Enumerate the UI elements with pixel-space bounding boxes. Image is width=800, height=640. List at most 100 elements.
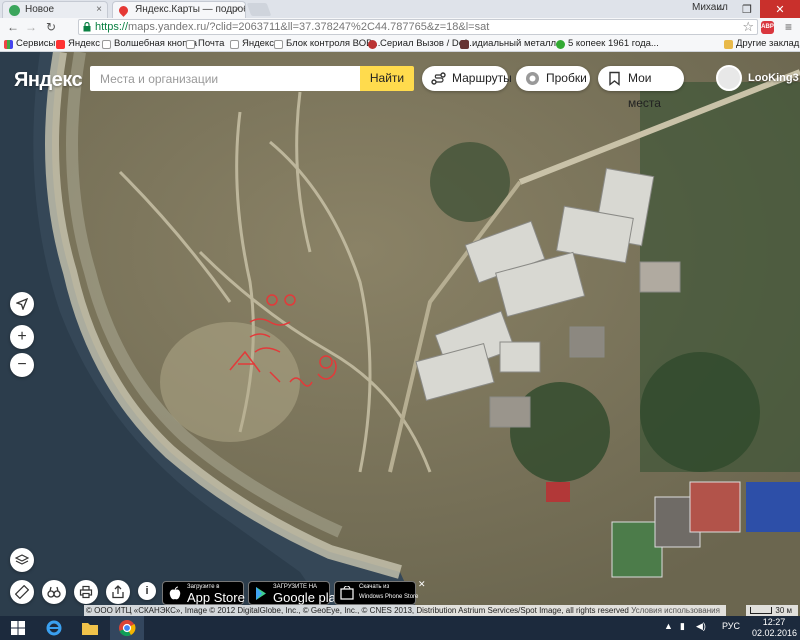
clock[interactable]: 12:27 02.02.2016 bbox=[752, 617, 798, 639]
windows-store-small-text: Скачать из bbox=[359, 584, 390, 590]
language-indicator[interactable]: РУС bbox=[722, 621, 740, 631]
bookmark-services[interactable]: Сервисы bbox=[4, 37, 55, 51]
username[interactable]: LooKing3 bbox=[748, 72, 799, 84]
page-icon bbox=[102, 40, 111, 49]
menu-icon[interactable]: ≡ bbox=[785, 20, 792, 34]
bookmark-block-control[interactable]: Блок контроля ВОВ... bbox=[274, 37, 380, 51]
routes-label: Маршруты bbox=[452, 71, 512, 85]
page-icon bbox=[186, 40, 195, 49]
my-places-label: Мои места bbox=[628, 71, 661, 110]
traffic-label: Пробки bbox=[546, 71, 587, 85]
bookmark-icon bbox=[609, 71, 620, 86]
tab-new[interactable]: Новое × bbox=[2, 1, 108, 18]
adblock-icon[interactable]: ABP bbox=[761, 21, 774, 34]
ruler-icon bbox=[15, 585, 29, 599]
internet-explorer-taskbar[interactable] bbox=[40, 616, 68, 640]
site-icon bbox=[556, 40, 565, 49]
lock-icon bbox=[83, 22, 91, 32]
bookmark-yandex-2[interactable]: Яндекс bbox=[230, 37, 274, 51]
layers-icon bbox=[15, 554, 29, 565]
my-places-button[interactable]: Мои места bbox=[598, 66, 684, 110]
windows-store-badge[interactable]: Скачать из Windows Phone Store bbox=[334, 581, 418, 605]
bookmark-star-icon[interactable]: ☆ bbox=[742, 19, 754, 35]
avatar[interactable] bbox=[716, 65, 742, 91]
forward-icon[interactable]: → bbox=[24, 20, 38, 34]
info-button[interactable]: i bbox=[138, 582, 156, 600]
clock-date: 02.02.2016 bbox=[752, 628, 798, 638]
zoom-in-button[interactable]: + bbox=[10, 325, 34, 349]
copyright-text: © ООО ИТЦ «СКАНЭКС», Image © 2012 Digita… bbox=[86, 606, 629, 615]
tray-arrow-icon[interactable]: ▲ bbox=[664, 621, 673, 631]
app-store-badge[interactable]: Загрузите в App Store bbox=[162, 581, 245, 605]
zoom-out-button[interactable]: − bbox=[10, 353, 34, 377]
window-controls: – ❐ ✕ bbox=[708, 0, 800, 18]
route-icon bbox=[431, 72, 446, 85]
chrome-icon bbox=[119, 620, 136, 637]
satellite-imagery[interactable] bbox=[0, 52, 800, 616]
ruler-button[interactable] bbox=[10, 580, 34, 604]
windows-store-icon bbox=[340, 585, 355, 601]
bookmark-serial[interactable]: Сериал Вызов / Def... bbox=[368, 37, 475, 51]
scale-bar: 30 м bbox=[746, 605, 798, 616]
chrome-taskbar[interactable] bbox=[110, 616, 144, 640]
bookmark-metal[interactable]: идиальный металл... bbox=[460, 37, 564, 51]
reload-icon[interactable]: ↻ bbox=[44, 20, 58, 34]
site-icon bbox=[460, 40, 469, 49]
site-icon bbox=[368, 40, 377, 49]
bookmark-other[interactable]: Другие закладки bbox=[724, 37, 800, 51]
google-play-icon bbox=[254, 586, 269, 601]
printer-icon bbox=[79, 585, 93, 599]
bookmark-yandex[interactable]: Яндекс bbox=[56, 37, 100, 51]
folder-icon bbox=[724, 40, 733, 49]
apps-grid-icon bbox=[4, 40, 13, 49]
layers-button[interactable] bbox=[10, 548, 34, 572]
new-tab-button[interactable] bbox=[246, 3, 272, 16]
print-button[interactable] bbox=[74, 580, 98, 604]
start-button[interactable] bbox=[4, 616, 32, 640]
browser-toolbar: ← → ↻ https://maps.yandex.ru/?clid=20637… bbox=[0, 18, 800, 36]
yandex-icon bbox=[56, 40, 65, 49]
close-tab-icon[interactable]: × bbox=[234, 4, 240, 15]
binoculars-icon bbox=[47, 586, 61, 598]
search-input[interactable]: Места и организации bbox=[90, 66, 360, 91]
back-icon[interactable]: ← bbox=[6, 20, 20, 34]
map-viewport[interactable]: Яндекс Места и организации Найти Маршрут… bbox=[0, 52, 800, 616]
volume-icon[interactable]: ◀) bbox=[696, 621, 706, 632]
bookmark-magic-button[interactable]: Волшебная кнопка bbox=[102, 37, 197, 51]
page-icon bbox=[230, 40, 239, 49]
geolocation-button[interactable] bbox=[10, 292, 34, 316]
share-icon bbox=[112, 585, 124, 599]
tab-title: Новое bbox=[25, 4, 55, 15]
routes-button[interactable]: Маршруты bbox=[422, 66, 512, 91]
url-scheme: https:// bbox=[95, 21, 129, 33]
yandex-logo[interactable]: Яндекс bbox=[14, 69, 83, 92]
app-store-big-text: App Store bbox=[187, 590, 245, 605]
bookmark-mail[interactable]: Почта bbox=[186, 37, 224, 51]
clock-time: 12:27 bbox=[762, 617, 786, 627]
new-tab-favicon-icon bbox=[9, 5, 20, 16]
terms-link[interactable]: Условия использования bbox=[631, 606, 720, 615]
file-explorer-taskbar[interactable] bbox=[76, 616, 104, 640]
windows-logo-icon bbox=[11, 621, 25, 635]
copyright-bar: © ООО ИТЦ «СКАНЭКС», Image © 2012 Digita… bbox=[84, 605, 726, 616]
tab-title: Яндекс.Карты — подробн bbox=[135, 4, 246, 15]
bookmarks-bar: Сервисы Яндекс Волшебная кнопка Почта Ян… bbox=[0, 36, 800, 52]
maximize-icon[interactable]: ❐ bbox=[734, 0, 760, 18]
minimize-icon[interactable]: – bbox=[708, 0, 734, 18]
bookmark-coins[interactable]: 5 копеек 1961 года... bbox=[556, 37, 659, 51]
network-icon[interactable]: ▮ bbox=[680, 621, 685, 632]
panorama-button[interactable] bbox=[42, 580, 66, 604]
address-bar[interactable]: https://maps.yandex.ru/?clid=2063711&ll=… bbox=[78, 19, 758, 35]
google-play-big-text: Google play bbox=[273, 590, 343, 605]
tab-yandex-maps[interactable]: Яндекс.Карты — подробн × bbox=[112, 1, 246, 18]
google-play-badge[interactable]: ЗАГРУЗИТЕ НА Google play bbox=[248, 581, 342, 605]
windows-taskbar: ▲ ▮ ◀) РУС 12:27 02.02.2016 bbox=[0, 616, 800, 640]
tab-strip: Новое × Яндекс.Карты — подробн × Михаил … bbox=[0, 0, 800, 18]
apple-icon bbox=[168, 586, 183, 601]
share-button[interactable] bbox=[106, 580, 130, 604]
close-window-icon[interactable]: ✕ bbox=[760, 0, 800, 18]
search-button[interactable]: Найти bbox=[360, 66, 414, 91]
close-badges-icon[interactable]: ✕ bbox=[418, 580, 426, 589]
traffic-button[interactable]: Пробки bbox=[516, 66, 590, 91]
close-tab-icon[interactable]: × bbox=[96, 4, 102, 15]
